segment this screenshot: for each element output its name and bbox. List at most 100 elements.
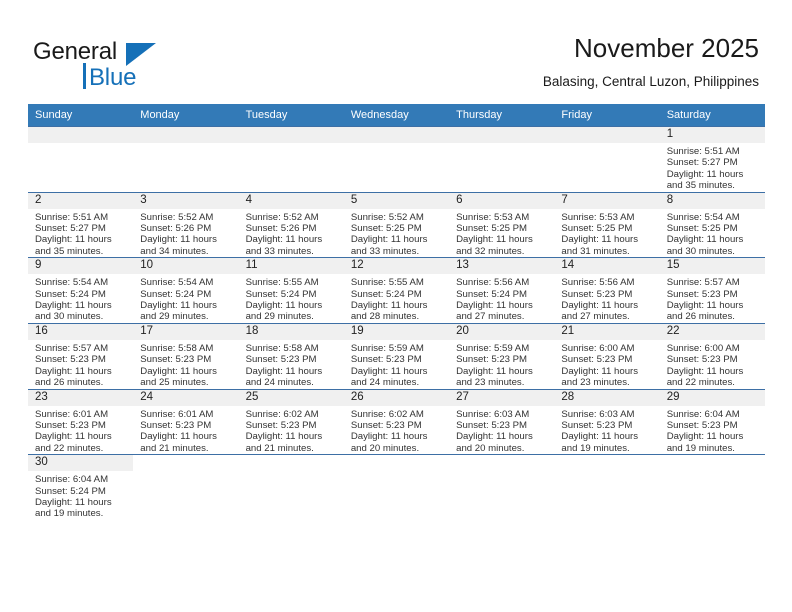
calendar-day-cell[interactable]: 14 Sunrise: 5:56 AM Sunset: 5:23 PM Dayligh… [554,257,660,324]
sunset-text: Sunset: 5:23 PM [561,419,633,431]
day-number: 19 [343,323,450,340]
sunrise-text: Sunrise: 6:04 AM [35,474,109,486]
calendar-day-cell[interactable]: 7 Sunrise: 5:53 AM Sunset: 5:25 PM Daylight… [554,191,660,258]
brand-logo[interactable]: General Blue [33,38,233,94]
calendar-day-cell[interactable]: 1 Sunrise: 5:51 AM Sunset: 5:27 PM Daylight… [659,126,765,193]
day-number: 10 [133,258,239,275]
calendar-page: General Blue November 2025 Balasing, Cen… [0,0,792,612]
day-number: 30 [28,455,134,472]
calendar-day-cell[interactable]: 18 Sunrise: 5:58 AM Sunset: 5:23 PM Dayligh… [238,322,344,389]
sunset-text: Sunset: 5:25 PM [561,223,633,235]
daylight-text: Daylight: 11 hours and 26 minutes. [35,365,112,389]
weekday-header-thursday: Thursday [449,104,555,127]
sunset-text: Sunset: 5:23 PM [561,354,633,366]
sunrise-text: Sunrise: 6:01 AM [35,408,109,420]
calendar-day-cell[interactable]: 8 Sunrise: 5:54 AM Sunset: 5:25 PM Daylight… [659,191,765,258]
sunset-text: Sunset: 5:23 PM [245,419,317,431]
sunset-text: Sunset: 5:27 PM [35,223,106,235]
calendar-cell-empty [659,454,765,520]
sunset-text: Sunset: 5:24 PM [140,288,212,300]
calendar-day-cell[interactable]: 10 Sunrise: 5:54 AM Sunset: 5:24 PM Dayligh… [133,257,239,324]
sunrise-text: Sunrise: 5:54 AM [140,277,214,289]
day-details: Sunrise: 5:56 AM Sunset: 5:24 PM Daylight:… [449,274,554,323]
day-number: 2 [28,192,134,209]
calendar-week-row: 16 Sunrise: 5:57 AM Sunset: 5:23 PM Dayligh… [28,322,765,389]
sunrise-text: Sunrise: 6:04 AM [666,408,740,420]
calendar-day-cell[interactable]: 30 Sunrise: 6:04 AM Sunset: 5:24 PM Dayligh… [28,454,134,520]
calendar-cell-empty [343,454,450,520]
calendar-day-cell[interactable]: 26 Sunrise: 6:02 AM Sunset: 5:23 PM Dayligh… [343,388,450,455]
daylight-text: Daylight: 11 hours and 22 minutes. [35,431,112,454]
calendar-day-cell[interactable]: 9 Sunrise: 5:54 AM Sunset: 5:24 PM Daylight… [28,257,134,324]
calendar-day-cell[interactable]: 16 Sunrise: 5:57 AM Sunset: 5:23 PM Dayligh… [28,322,134,389]
day-number: 6 [449,192,555,209]
sunrise-text: Sunrise: 5:58 AM [140,342,214,354]
day-details: Sunrise: 6:03 AM Sunset: 5:23 PM Daylight:… [554,406,659,455]
day-number: 1 [659,127,765,143]
sunset-text: Sunset: 5:23 PM [666,288,738,300]
daylight-text: Daylight: 11 hours and 19 minutes. [561,431,639,454]
daylight-text: Daylight: 11 hours and 26 minutes. [666,300,744,323]
calendar-day-cell[interactable]: 6 Sunrise: 5:53 AM Sunset: 5:25 PM Daylight… [449,191,555,258]
calendar-day-cell[interactable]: 17 Sunrise: 5:58 AM Sunset: 5:23 PM Dayligh… [133,322,239,389]
daylight-text: Daylight: 11 hours and 19 minutes. [666,431,744,454]
calendar-cell-empty [238,454,344,520]
calendar-day-cell[interactable]: 15 Sunrise: 5:57 AM Sunset: 5:23 PM Dayligh… [659,257,765,324]
calendar-day-cell[interactable]: 12 Sunrise: 5:55 AM Sunset: 5:24 PM Dayligh… [343,257,450,324]
sunset-text: Sunset: 5:23 PM [456,354,528,366]
sunrise-text: Sunrise: 5:54 AM [666,211,740,223]
weekday-header-saturday: Saturday [659,104,765,127]
day-details: Sunrise: 6:02 AM Sunset: 5:23 PM Daylight:… [344,406,449,455]
day-details: Sunrise: 5:55 AM Sunset: 5:24 PM Daylight:… [344,274,449,323]
calendar-day-cell[interactable]: 27 Sunrise: 6:03 AM Sunset: 5:23 PM Dayligh… [449,388,555,455]
calendar-day-cell[interactable]: 23 Sunrise: 6:01 AM Sunset: 5:23 PM Dayligh… [28,388,134,455]
day-details: Sunrise: 5:51 AM Sunset: 5:27 PM Daylight:… [660,143,765,192]
calendar-day-cell[interactable]: 21 Sunrise: 6:00 AM Sunset: 5:23 PM Dayligh… [554,322,660,389]
calendar-day-cell[interactable]: 19 Sunrise: 5:59 AM Sunset: 5:23 PM Dayligh… [343,322,450,389]
calendar-day-cell[interactable]: 24 Sunrise: 6:01 AM Sunset: 5:23 PM Dayligh… [133,388,239,455]
weekday-header-sunday: Sunday [28,104,134,127]
calendar-day-cell[interactable]: 25 Sunrise: 6:02 AM Sunset: 5:23 PM Dayligh… [238,388,344,455]
calendar-day-cell[interactable]: 28 Sunrise: 6:03 AM Sunset: 5:23 PM Dayligh… [554,388,660,455]
sunset-text: Sunset: 5:23 PM [245,354,317,366]
page-subtitle: Balasing, Central Luzon, Philippines [542,74,759,89]
day-number: 14 [554,258,660,275]
day-number: 4 [238,192,344,209]
brand-name-bottom: Blue [89,64,137,91]
calendar-day-cell[interactable]: 11 Sunrise: 5:55 AM Sunset: 5:24 PM Dayligh… [238,257,344,324]
calendar-day-cell[interactable]: 13 Sunrise: 5:56 AM Sunset: 5:24 PM Dayligh… [449,257,555,324]
day-number: 22 [659,323,765,340]
day-number: 16 [28,323,134,340]
sunrise-text: Sunrise: 6:03 AM [561,408,635,420]
sunrise-text: Sunrise: 5:54 AM [35,277,109,289]
day-number [449,127,555,143]
day-details: Sunrise: 5:54 AM Sunset: 5:24 PM Daylight:… [133,274,238,323]
day-number [554,455,660,472]
calendar-day-cell[interactable]: 22 Sunrise: 6:00 AM Sunset: 5:23 PM Dayligh… [659,322,765,389]
sunrise-text: Sunrise: 5:55 AM [350,277,424,289]
day-details: Sunrise: 6:01 AM Sunset: 5:23 PM Daylight:… [28,406,133,455]
calendar-cell-empty [343,126,450,193]
calendar-body: 1 Sunrise: 5:51 AM Sunset: 5:27 PM Daylight… [28,126,765,520]
sunrise-text: Sunrise: 6:02 AM [350,408,424,420]
day-number: 3 [133,192,239,209]
sunset-text: Sunset: 5:23 PM [35,354,106,366]
calendar-day-cell[interactable]: 4 Sunrise: 5:52 AM Sunset: 5:26 PM Daylight… [238,191,344,258]
day-details: Sunrise: 5:56 AM Sunset: 5:23 PM Daylight:… [554,274,659,323]
day-details: Sunrise: 5:59 AM Sunset: 5:23 PM Daylight:… [344,340,449,389]
day-details: Sunrise: 5:54 AM Sunset: 5:25 PM Daylight:… [660,209,765,258]
sunset-text: Sunset: 5:25 PM [456,223,528,235]
calendar-day-cell[interactable]: 3 Sunrise: 5:52 AM Sunset: 5:26 PM Daylight… [133,191,239,258]
calendar-day-cell[interactable]: 29 Sunrise: 6:04 AM Sunset: 5:23 PM Dayligh… [659,388,765,455]
daylight-text: Daylight: 11 hours and 25 minutes. [140,365,217,389]
sunrise-sunset-calendar: Sunday Monday Tuesday Wednesday Thursday… [28,104,765,520]
sunset-text: Sunset: 5:23 PM [140,354,212,366]
calendar-day-cell[interactable]: 20 Sunrise: 5:59 AM Sunset: 5:23 PM Dayligh… [449,322,555,389]
sunset-text: Sunset: 5:23 PM [666,354,738,366]
calendar-cell-empty [133,126,239,193]
calendar-day-cell[interactable]: 5 Sunrise: 5:52 AM Sunset: 5:25 PM Daylight… [343,191,450,258]
calendar-day-cell[interactable]: 2 Sunrise: 5:51 AM Sunset: 5:27 PM Daylight… [28,191,134,258]
sunrise-text: Sunrise: 5:51 AM [666,146,740,157]
day-number: 12 [343,258,450,275]
day-number: 9 [28,258,134,275]
